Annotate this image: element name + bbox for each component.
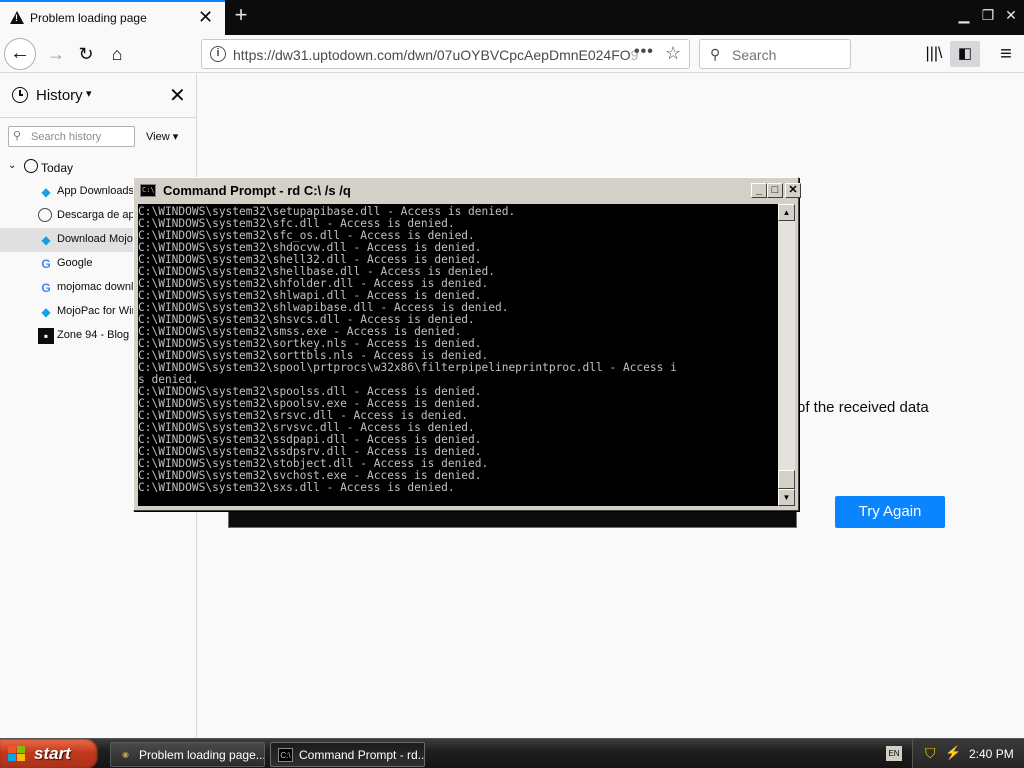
page-actions-icon[interactable]: ••• xyxy=(634,43,654,61)
history-item-label: Descarga de ap xyxy=(57,209,135,221)
error-message-fragment: of the received data xyxy=(797,399,929,416)
tab-title: Problem loading page xyxy=(30,11,147,25)
new-tab-button[interactable]: + xyxy=(231,2,251,28)
sidebar-close-icon[interactable]: ✕ xyxy=(169,83,186,108)
group-label: Today xyxy=(41,161,74,175)
tab-close-icon[interactable]: ✕ xyxy=(198,7,213,28)
history-item-label: Google xyxy=(57,257,93,269)
sidebar-title[interactable]: History xyxy=(36,87,83,104)
history-item-label: App Downloads xyxy=(57,185,135,197)
scroll-down-arrow-icon[interactable]: ▼ xyxy=(778,489,795,506)
taskbar: start ◉ Problem loading page... C:\ Comm… xyxy=(0,738,1024,768)
url-bar[interactable]: i https://dw31.uptodown.com/dwn/07uOYBVC… xyxy=(201,39,690,69)
cmd-scrollbar[interactable]: ▲ ▼ xyxy=(778,204,795,506)
library-icon[interactable]: |||\ xyxy=(918,38,950,70)
google-icon: G xyxy=(41,257,51,271)
site-info-icon[interactable]: i xyxy=(210,46,226,62)
language-indicator[interactable]: EN xyxy=(886,746,902,761)
uptodown-icon: ◆ xyxy=(41,185,51,199)
taskbar-clock[interactable]: 2:40 PM xyxy=(969,747,1014,761)
cmd-minimize-icon[interactable]: _ xyxy=(751,183,767,198)
tab-strip: Problem loading page ✕ + ▁ ❐ ✕ xyxy=(0,0,1024,35)
sidebar-toggle-icon[interactable]: ◧ xyxy=(950,41,980,67)
uptodown-icon: ◆ xyxy=(41,233,51,247)
cmd-output-line: C:\WINDOWS\system32\spool\prtprocs\w32x8… xyxy=(138,361,677,374)
url-text[interactable]: https://dw31.uptodown.com/dwn/07uOYBVCpc… xyxy=(233,47,638,63)
url-text-main: https://dw31.uptodown.com/dwn/07uOYBVCpc… xyxy=(233,47,631,63)
google-icon: G xyxy=(41,281,51,295)
scroll-up-arrow-icon[interactable]: ▲ xyxy=(778,204,795,221)
search-history-placeholder: Search history xyxy=(31,131,102,143)
zone94-icon: ▪ xyxy=(38,328,54,344)
bookmark-star-icon[interactable]: ☆ xyxy=(665,43,681,64)
scroll-thumb[interactable] xyxy=(778,470,795,489)
try-again-button[interactable]: Try Again xyxy=(835,496,945,528)
history-item-label: mojomac downl xyxy=(57,281,134,293)
navigation-toolbar: ← → ↻ ⌂ i https://dw31.uptodown.com/dwn/… xyxy=(0,35,1024,73)
globe-icon xyxy=(38,208,52,222)
reload-button[interactable]: ↻ xyxy=(70,38,102,70)
tab-problem-loading[interactable]: Problem loading page ✕ xyxy=(0,0,225,35)
restore-icon[interactable]: ❐ xyxy=(979,6,997,24)
history-item-label: MojoPac for Wir xyxy=(57,305,136,317)
cmd-app-icon: C:\ xyxy=(140,184,156,197)
cmd-console[interactable]: C:\WINDOWS\system32\setupapibase.dll - A… xyxy=(138,204,778,506)
forward-button[interactable]: → xyxy=(40,38,72,70)
search-icon: ⚲ xyxy=(710,46,721,62)
cmd-title-bar[interactable]: C:\ Command Prompt - rd C:\ /s /q _ □ ✕ xyxy=(137,181,801,200)
window-close-icon[interactable]: ✕ xyxy=(1002,6,1020,24)
network-icon[interactable]: ⚡ xyxy=(945,745,961,761)
search-icon: ⚲ xyxy=(13,130,22,142)
uptodown-icon: ◆ xyxy=(41,305,51,319)
clock-icon xyxy=(24,159,38,173)
task-label: Problem loading page... xyxy=(139,748,265,762)
back-button[interactable]: ← xyxy=(4,38,36,70)
history-item-label: Zone 94 - Blog xyxy=(57,329,130,341)
cmd-close-icon[interactable]: ✕ xyxy=(785,183,801,198)
start-button[interactable]: start xyxy=(0,739,98,768)
cmd-maximize-icon[interactable]: □ xyxy=(767,183,783,198)
taskbar-button-browser[interactable]: ◉ Problem loading page... xyxy=(110,742,265,767)
cmd-window-title: Command Prompt - rd C:\ /s /q xyxy=(163,183,351,198)
twisty-open-icon[interactable]: ⌄ xyxy=(8,160,16,171)
view-menu-button[interactable]: View ▾ xyxy=(146,130,178,143)
search-placeholder: Search xyxy=(732,47,777,63)
background-window-edge xyxy=(228,508,797,528)
cmd-output: C:\WINDOWS\system32\setupapibase.dll - A… xyxy=(138,206,778,494)
task-label: Command Prompt - rd... xyxy=(299,748,425,762)
security-shield-icon[interactable]: ⛉ xyxy=(925,745,936,762)
history-group-today[interactable]: ⌄ Today xyxy=(8,158,188,176)
sidebar-header: History ▾ ✕ xyxy=(0,74,196,118)
taskbar-button-cmd[interactable]: C:\ Command Prompt - rd... xyxy=(270,742,425,767)
home-button[interactable]: ⌂ xyxy=(101,38,133,70)
chevron-down-icon[interactable]: ▾ xyxy=(86,87,92,100)
history-clock-icon xyxy=(12,87,28,103)
view-label: View xyxy=(146,131,170,143)
search-bar[interactable]: ⚲ Search xyxy=(699,39,851,69)
browser-task-icon: ◉ xyxy=(122,750,129,759)
minimize-icon[interactable]: ▁ xyxy=(955,6,973,24)
search-history-input[interactable]: ⚲ Search history xyxy=(8,126,135,147)
windows-flag-icon xyxy=(8,746,26,762)
cmd-task-icon: C:\ xyxy=(278,748,293,762)
start-label: start xyxy=(34,744,71,763)
history-item-label: Download Mojol xyxy=(57,233,136,245)
cmd-output-line: C:\WINDOWS\system32\sxs.dll - Access is … xyxy=(138,481,455,494)
system-tray: ⛉ ⚡ 2:40 PM xyxy=(912,739,1024,768)
command-prompt-window[interactable]: C:\ Command Prompt - rd C:\ /s /q _ □ ✕ … xyxy=(133,177,801,511)
hamburger-menu-icon[interactable]: ≡ xyxy=(990,38,1022,70)
warning-icon xyxy=(10,11,24,24)
